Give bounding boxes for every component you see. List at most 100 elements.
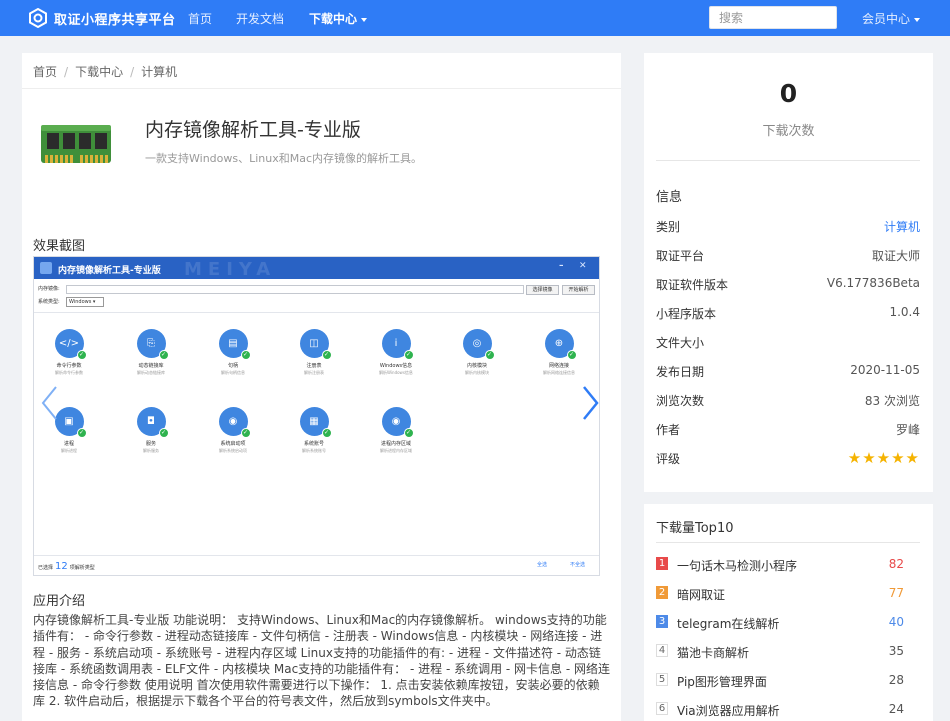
top10-item-name: Pip图形管理界面: [677, 675, 767, 689]
shot-selected-number: 12: [55, 561, 68, 572]
shot-app-icon: [40, 262, 52, 274]
shot-module-icon: ◉ ✓: [381, 407, 414, 438]
carousel-next-icon[interactable]: [580, 385, 600, 421]
shot-module-desc: 解析系统启动项: [219, 448, 247, 453]
top10-item-count: 35: [888, 644, 904, 658]
shot-titlebar: 内存镜像解析工具-专业版 MEIYA – ✕: [34, 257, 599, 280]
shot-module-name: 服务: [145, 441, 156, 447]
breadcrumb-downloads[interactable]: 下载中心: [75, 65, 123, 79]
shot-module-name: 内核模块: [466, 363, 487, 369]
top10-item-name: 暗网取证: [677, 588, 726, 602]
shot-module-glyph: i: [394, 338, 398, 349]
info-value: 取证大师: [871, 249, 920, 263]
breadcrumb-current[interactable]: 计算机: [141, 65, 177, 79]
shot-module: ⊕ ✓ 网络连接 解析网络连接信息: [529, 329, 589, 376]
shot-module: ◉ ✓ 系统启动项 解析系统启动项: [203, 407, 263, 454]
shot-image-path: [66, 285, 524, 294]
info-key: 小程序版本: [656, 307, 717, 321]
rank-badge: 6: [656, 702, 668, 715]
shot-module-name: 注册表: [306, 363, 322, 369]
info-row-file-size: 文件大小: [656, 334, 920, 350]
top10-item[interactable]: 4 猫池卡商解析 35: [656, 644, 920, 660]
search-input[interactable]: [709, 6, 837, 29]
shot-module-glyph: ▣: [64, 416, 74, 427]
top10-item[interactable]: 5 Pip图形管理界面 28: [656, 673, 920, 689]
shot-module-desc: 解析Windows信息: [379, 370, 413, 375]
nav-downloads-label: 下载中心: [309, 12, 358, 26]
shot-module-name: 网络连接: [548, 363, 569, 369]
shot-module-desc: 解析动态链接库: [137, 370, 165, 375]
nav-downloads[interactable]: 下载中心: [309, 10, 368, 27]
rank-badge: 2: [656, 586, 668, 599]
member-center-menu[interactable]: 会员中心: [862, 10, 921, 27]
shot-minimize-icon: –: [559, 261, 564, 271]
top10-title: 下载量Top10: [656, 521, 734, 536]
shot-module: </> ✓ 命令行参数 解析命令行参数: [39, 329, 99, 376]
check-icon: ✓: [321, 428, 332, 438]
shot-module-icon: ◎ ✓: [462, 329, 495, 360]
check-icon: ✓: [403, 428, 414, 438]
shot-module-icon: ▤ ✓: [218, 329, 251, 360]
rank-badge: 1: [656, 557, 668, 570]
shot-module: ▦ ✓ 系统账号 解析系统账号: [284, 407, 344, 454]
shot-module: ◉ ✓ 进程内存区域 解析进程内存区域: [366, 407, 426, 454]
shot-module-glyph: ⊕: [554, 338, 564, 349]
info-row-software-version: 取证软件版本 V6.177836Beta: [656, 276, 920, 292]
shot-module-name: 进程内存区域: [380, 441, 411, 447]
shot-selected-prefix: 已选择: [38, 565, 54, 571]
top10-item-name: 猫池卡商解析: [677, 646, 750, 660]
top10-item[interactable]: 3 telegram在线解析 40: [656, 615, 920, 631]
screenshot-section-title: 效果截图: [33, 239, 86, 254]
rank-badge: 5: [656, 673, 668, 686]
shot-module-glyph: ◉: [228, 416, 238, 427]
divider: [656, 160, 920, 161]
top10-item[interactable]: 2 暗网取证 77: [656, 586, 920, 602]
info-row-category: 类别 计算机: [656, 218, 920, 234]
check-icon: ✓: [403, 350, 414, 360]
shot-module-desc: 解析进程内存区域: [380, 448, 412, 453]
shot-selected-count: 已选择 12 项解析类型: [38, 561, 95, 572]
main-panel: 首页 / 下载中心 / 计算机 内存镜像解析工具-专业版 一款支持Windows、Lin…: [22, 53, 621, 721]
info-value: V6.177836Beta: [826, 276, 920, 290]
shot-module-name: 系统启动项: [220, 441, 246, 447]
shot-system-label: 系统类型:: [38, 299, 60, 305]
rating-stars-icon: ★★★★★: [847, 449, 920, 467]
nav-home[interactable]: 首页: [188, 10, 212, 27]
shot-module-glyph: ◫: [309, 338, 319, 349]
top10-item-count: 82: [888, 557, 904, 571]
shot-module-desc: 解析系统账号: [302, 448, 326, 453]
shot-system-select: Windows ▾: [66, 297, 104, 307]
category-link[interactable]: 计算机: [884, 218, 920, 235]
shot-select-image-button: 选择镜像: [526, 285, 559, 295]
app-title: 内存镜像解析工具-专业版: [145, 119, 361, 141]
carousel-prev-icon[interactable]: [40, 385, 60, 421]
brand[interactable]: 取证小程序共享平台: [28, 8, 176, 28]
rank-badge: 4: [656, 644, 668, 657]
breadcrumb: 首页 / 下载中心 / 计算机: [33, 63, 177, 80]
check-icon: ✓: [76, 428, 87, 438]
nav-docs[interactable]: 开发文档: [236, 10, 284, 27]
shot-module: ▤ ✓ 句柄 解析句柄信息: [203, 329, 263, 376]
shot-module-name: 系统账号: [303, 441, 324, 447]
divider: [34, 312, 599, 313]
chevron-down-icon: [914, 17, 921, 22]
shot-module: ⎘ ✓ 动态链接库 解析动态链接库: [121, 329, 181, 376]
info-row-app-version: 小程序版本 1.0.4: [656, 305, 920, 321]
top-navbar: 取证小程序共享平台 首页 开发文档 下载中心 会员中心: [0, 0, 950, 36]
top10-item-count: 40: [888, 615, 904, 629]
download-count-label: 下载次数: [762, 124, 815, 139]
info-title: 信息: [656, 190, 683, 205]
shot-module-glyph: ▦: [309, 416, 319, 427]
top10-item[interactable]: 6 Via浏览器应用解析 24: [656, 702, 920, 718]
memory-chip-icon: [41, 125, 111, 163]
info-row-release-date: 发布日期 2020-11-05: [656, 363, 920, 379]
shot-module-name: 句柄: [227, 363, 238, 369]
divider: [656, 542, 920, 543]
shot-module-glyph: ⎘: [147, 338, 155, 349]
info-key: 取证平台: [656, 249, 705, 263]
shot-module: i ✓ Windows信息 解析Windows信息: [366, 329, 426, 376]
top10-item[interactable]: 1 一句话木马检测小程序 82: [656, 557, 920, 573]
shot-module-icon: ◘ ✓: [136, 407, 169, 438]
shot-module-glyph: </>: [58, 338, 80, 349]
breadcrumb-home[interactable]: 首页: [33, 65, 57, 79]
